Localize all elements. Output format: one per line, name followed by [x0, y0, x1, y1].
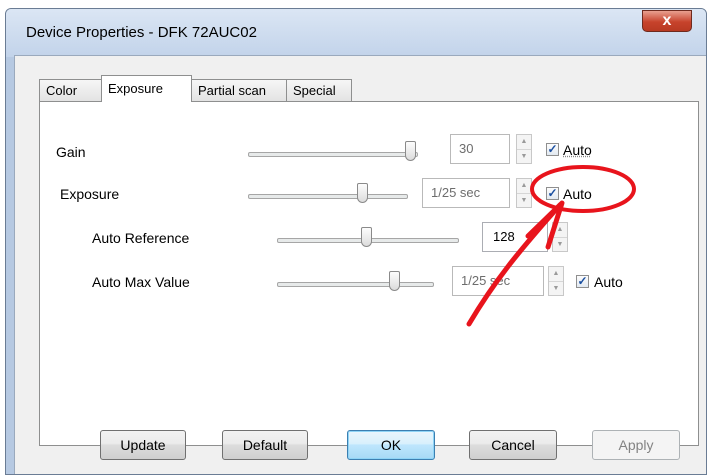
tab-exposure[interactable]: Exposure	[101, 75, 192, 102]
annotation-arrow-shaft	[466, 202, 563, 327]
red-annotation	[466, 165, 636, 327]
annotation-circle	[530, 165, 636, 213]
